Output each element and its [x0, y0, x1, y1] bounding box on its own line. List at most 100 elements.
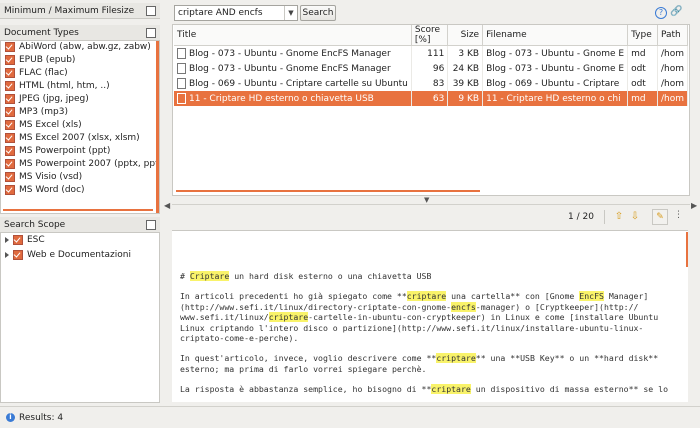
- cell-score: 111: [411, 45, 449, 61]
- filesize-panel-title: Minimum / Maximum Filesize: [4, 5, 135, 16]
- doc-type-item[interactable]: EPUB (epub): [1, 54, 159, 67]
- checkbox-icon[interactable]: [5, 132, 15, 143]
- table-row[interactable]: Blog - 073 - Ubuntu - Gnome EncFS Manage…: [174, 61, 689, 76]
- collapse-right-icon[interactable]: ▶: [691, 200, 697, 212]
- doc-type-label: FLAC (flac): [19, 68, 68, 78]
- col-size[interactable]: Size: [447, 25, 484, 46]
- cell-path: /hom: [657, 61, 689, 76]
- table-row[interactable]: 11 - Criptare HD esterno o chiavetta USB…: [174, 91, 689, 106]
- cell-size: 3 KB: [447, 45, 484, 61]
- expand-icon[interactable]: [5, 236, 9, 243]
- cell-filename: Blog - 073 - Ubuntu - Gnome E: [482, 61, 629, 76]
- info-icon: i: [6, 413, 15, 422]
- search-highlight: criptare: [436, 353, 476, 364]
- maximize-icon[interactable]: [146, 5, 156, 16]
- scope-item-web[interactable]: Web e Documentazioni: [1, 248, 159, 263]
- checkbox-icon[interactable]: [13, 249, 23, 260]
- checkbox-icon[interactable]: [5, 93, 15, 104]
- chevron-down-icon[interactable]: ▼: [284, 6, 297, 20]
- scrollbar[interactable]: [156, 41, 159, 213]
- cell-type: md: [627, 45, 658, 61]
- status-text: Results: 4: [19, 412, 64, 423]
- preview-paragraph: In articoli precedenti ho già spiegato c…: [180, 291, 659, 344]
- col-score[interactable]: Score [%]: [411, 25, 449, 46]
- scope-item-esc[interactable]: ESC: [1, 233, 159, 248]
- doc-type-label: MS Excel 2007 (xlsx, xlsm): [19, 133, 140, 143]
- cell-path: /hom: [657, 91, 689, 106]
- checkbox-icon[interactable]: [5, 54, 15, 65]
- checkbox-icon[interactable]: [5, 145, 15, 156]
- collapse-left-icon[interactable]: ◀: [164, 200, 170, 212]
- doc-type-item[interactable]: MS Excel (xls): [1, 119, 159, 132]
- checkbox-icon[interactable]: [5, 106, 15, 117]
- search-highlight: criptare: [268, 312, 309, 323]
- expand-icon[interactable]: [5, 251, 9, 258]
- cell-type: odt: [627, 61, 658, 76]
- hscroll[interactable]: [3, 209, 153, 211]
- search-input[interactable]: criptare AND encfs ▼: [174, 5, 298, 21]
- doc-type-label: HTML (html, htm, ..): [19, 81, 110, 91]
- splitter-handle[interactable]: ▼: [424, 196, 429, 204]
- checkbox-icon[interactable]: [5, 119, 15, 130]
- doc-type-item[interactable]: MS Word (doc): [1, 184, 159, 197]
- doc-types-list: AbiWord (abw, abw.gz, zabw) EPUB (epub) FL…: [0, 41, 160, 214]
- link-icon[interactable]: 🔗: [670, 6, 682, 17]
- preview-pane: # Criptare un hard disk esterno o una ch…: [172, 230, 688, 402]
- search-button[interactable]: Search: [300, 5, 336, 21]
- cell-score: 96: [411, 61, 449, 76]
- results-table: Title Score [%] Size Filename Type Path …: [174, 25, 689, 106]
- checkbox-icon[interactable]: [5, 41, 15, 52]
- checkbox-icon[interactable]: [5, 80, 15, 91]
- doc-type-item[interactable]: MS Excel 2007 (xlsx, xlsm): [1, 132, 159, 145]
- cell-title: Blog - 073 - Ubuntu - Gnome EncFS Manage…: [174, 45, 412, 61]
- search-scope-tree: ESC Web e Documentazioni: [0, 233, 160, 403]
- next-result-icon[interactable]: ⇩: [629, 211, 641, 223]
- col-title[interactable]: Title: [174, 25, 412, 46]
- cell-type: md: [627, 91, 658, 106]
- table-row[interactable]: Blog - 073 - Ubuntu - Gnome EncFS Manage…: [174, 45, 689, 61]
- doc-type-item[interactable]: FLAC (flac): [1, 67, 159, 80]
- doc-type-item[interactable]: MP3 (mp3): [1, 106, 159, 119]
- doc-type-item[interactable]: HTML (html, htm, ..): [1, 80, 159, 93]
- cell-title: Blog - 069 - Ubuntu - Criptare cartelle …: [174, 76, 412, 91]
- checkbox-icon[interactable]: [5, 67, 15, 78]
- search-highlight: Criptare: [189, 271, 230, 281]
- filesize-panel-header[interactable]: Minimum / Maximum Filesize: [0, 3, 160, 19]
- checkbox-icon[interactable]: [5, 171, 15, 182]
- cell-title: Blog - 073 - Ubuntu - Gnome EncFS Manage…: [174, 61, 412, 76]
- doc-type-item[interactable]: JPEG (jpg, jpeg): [1, 93, 159, 106]
- maximize-icon[interactable]: [146, 219, 156, 230]
- col-filename[interactable]: Filename: [482, 25, 629, 46]
- doc-type-item[interactable]: MS Powerpoint (ppt): [1, 145, 159, 158]
- maximize-icon[interactable]: [146, 27, 156, 38]
- doc-type-item[interactable]: AbiWord (abw, abw.gz, zabw): [1, 41, 159, 54]
- highlight-toggle-icon[interactable]: ✎: [652, 209, 668, 225]
- checkbox-icon[interactable]: [13, 234, 23, 245]
- help-icon[interactable]: ?: [655, 7, 667, 19]
- col-type[interactable]: Type: [627, 25, 658, 46]
- cell-filename: Blog - 069 - Ubuntu - Criptare: [482, 76, 629, 91]
- results-hscroll[interactable]: [176, 190, 480, 192]
- doc-type-label: MP3 (mp3): [19, 107, 69, 117]
- file-icon: [177, 78, 186, 89]
- cell-size: 9 KB: [447, 91, 484, 106]
- cell-score: 63: [411, 91, 449, 106]
- search-highlight: encfs: [451, 301, 476, 312]
- checkbox-icon[interactable]: [5, 184, 15, 195]
- preview-scrollbar[interactable]: [686, 232, 688, 267]
- search-highlight: criptare: [406, 291, 447, 302]
- doc-type-item[interactable]: MS Visio (vsd): [1, 171, 159, 184]
- checkbox-icon[interactable]: [5, 158, 15, 169]
- table-row[interactable]: Blog - 069 - Ubuntu - Criptare cartelle …: [174, 76, 689, 91]
- doc-type-label: MS Visio (vsd): [19, 172, 83, 182]
- prev-result-icon[interactable]: ⇧: [613, 211, 625, 223]
- doc-type-item[interactable]: MS Powerpoint 2007 (pptx, pptm: [1, 158, 159, 171]
- preview-menu-icon[interactable]: ⋮: [674, 210, 683, 220]
- search-scope-header: Search Scope: [0, 217, 160, 233]
- col-path[interactable]: Path: [657, 25, 689, 46]
- cell-title: 11 - Criptare HD esterno o chiavetta USB: [174, 91, 412, 106]
- doc-type-label: JPEG (jpg, jpeg): [19, 94, 89, 104]
- cell-size: 24 KB: [447, 61, 484, 76]
- cell-type: odt: [627, 76, 658, 91]
- file-icon: [177, 48, 186, 59]
